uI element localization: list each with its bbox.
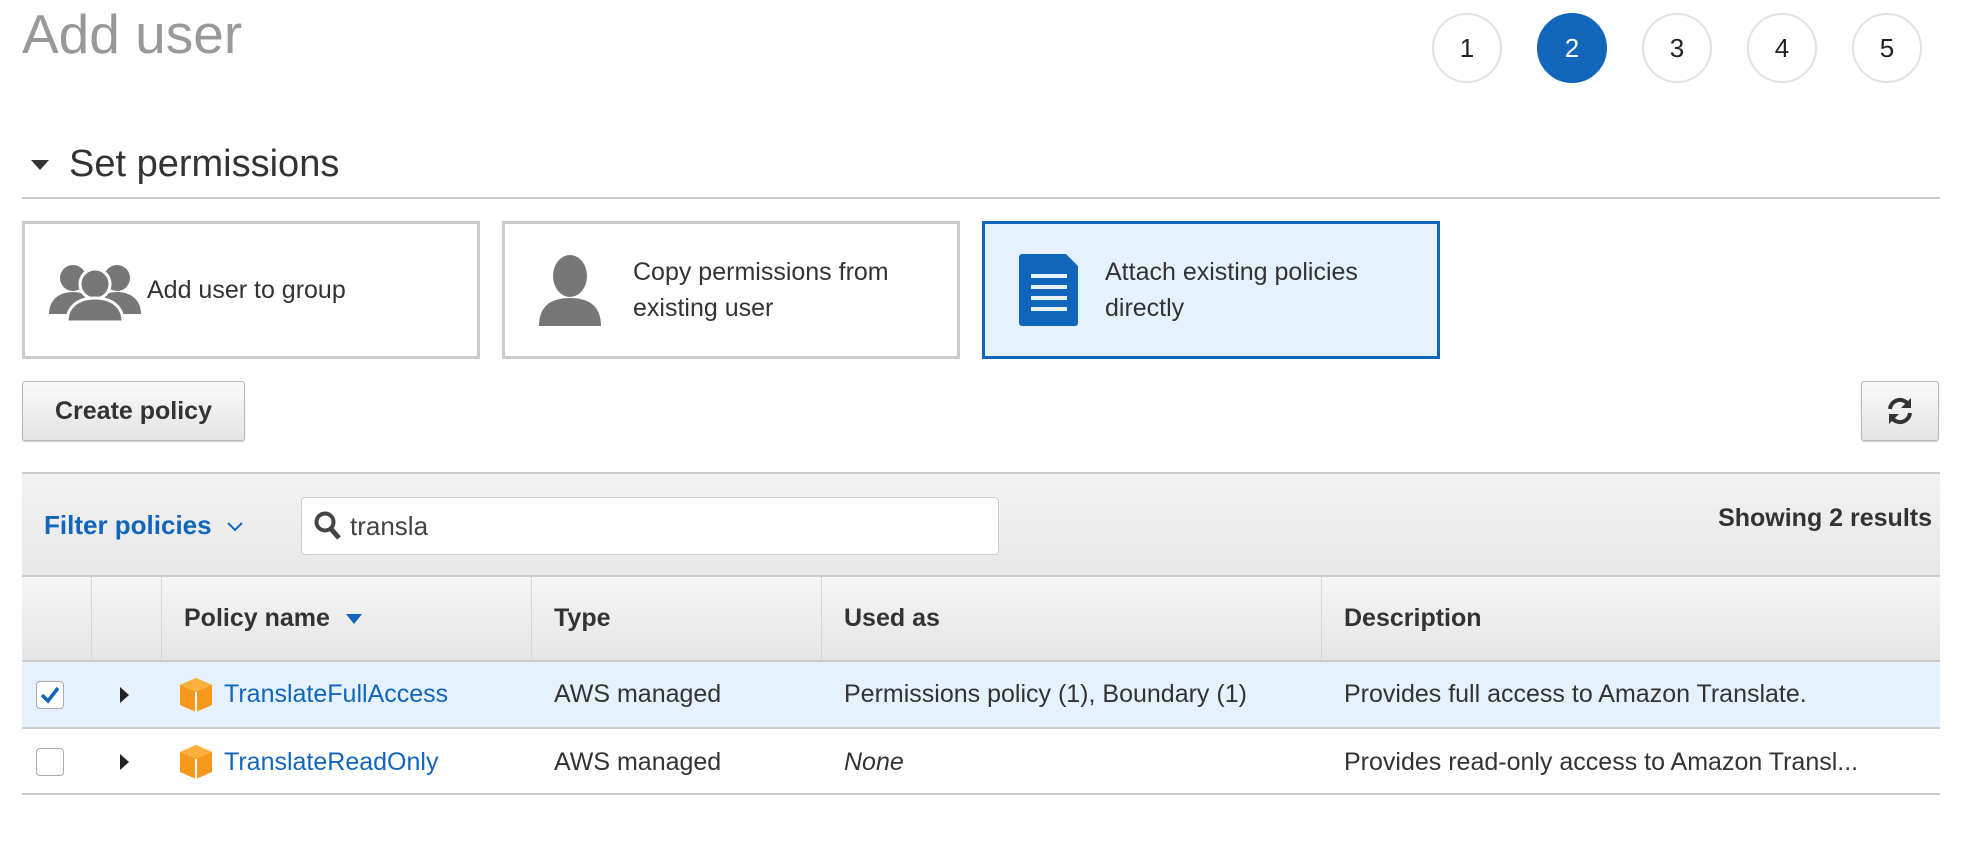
- policy-name-link[interactable]: TranslateReadOnly: [224, 748, 438, 777]
- create-policy-button[interactable]: Create policy: [22, 381, 245, 441]
- step-5[interactable]: 5: [1852, 13, 1922, 83]
- header-expand: [92, 577, 162, 660]
- search-input[interactable]: [350, 510, 950, 542]
- cell-used-as: None: [844, 747, 904, 776]
- cell-type: AWS managed: [554, 747, 722, 776]
- filter-label: Filter policies: [44, 510, 212, 540]
- user-icon: [539, 255, 601, 326]
- row-checkbox[interactable]: [36, 680, 64, 709]
- checkmark-icon: [40, 686, 60, 704]
- header-used-as[interactable]: Used as: [822, 577, 1322, 660]
- refresh-icon: [1888, 397, 1912, 425]
- caret-down-icon: [31, 159, 49, 170]
- search-field[interactable]: [301, 497, 999, 555]
- option-label-line2: existing user: [633, 294, 774, 322]
- option-add-user-to-group[interactable]: Add user to group: [22, 221, 480, 359]
- cell-description: Provides read-only access to Amazon Tran…: [1344, 747, 1859, 776]
- page-title: Add user: [22, 3, 243, 65]
- option-copy-permissions[interactable]: Copy permissions from existing user: [502, 221, 960, 359]
- option-label: Add user to group: [147, 276, 346, 304]
- section-title: Set permissions: [69, 143, 340, 185]
- search-icon: [314, 511, 341, 540]
- table-header: Policy name Type Used as Description: [22, 577, 1940, 662]
- step-4[interactable]: 4: [1747, 13, 1817, 83]
- option-label-line2: directly: [1105, 294, 1185, 322]
- divider: [22, 197, 1940, 199]
- sort-desc-icon: [345, 613, 362, 624]
- cell-description: Provides full access to Amazon Translate…: [1344, 680, 1807, 708]
- expand-row-icon[interactable]: [120, 686, 129, 703]
- step-1[interactable]: 1: [1432, 13, 1502, 83]
- results-count: Showing 2 results: [1718, 504, 1932, 532]
- step-3[interactable]: 3: [1642, 13, 1712, 83]
- policy-cube-icon: [180, 677, 212, 712]
- policy-name-link[interactable]: TranslateFullAccess: [224, 680, 448, 709]
- header-policy-name[interactable]: Policy name: [162, 577, 532, 660]
- table-row[interactable]: TranslateReadOnly AWS managed None Provi…: [22, 729, 1940, 795]
- chevron-down-icon: [226, 521, 243, 531]
- filter-bar: Filter policies Showing 2 results: [22, 474, 1940, 577]
- table-row[interactable]: TranslateFullAccess AWS managed Permissi…: [22, 662, 1940, 729]
- option-label-line1: Copy permissions from: [633, 258, 889, 286]
- option-label-line1: Attach existing policies: [1105, 258, 1358, 286]
- header-type[interactable]: Type: [532, 577, 822, 660]
- step-2[interactable]: 2: [1537, 13, 1607, 83]
- cell-used-as: Permissions policy (1), Boundary (1): [844, 680, 1247, 708]
- cell-type: AWS managed: [554, 680, 722, 708]
- section-header-set-permissions[interactable]: Set permissions: [22, 143, 339, 186]
- filter-policies-dropdown[interactable]: Filter policies: [44, 510, 244, 541]
- expand-row-icon[interactable]: [120, 754, 129, 770]
- header-description[interactable]: Description: [1322, 577, 1940, 660]
- refresh-button[interactable]: [1861, 381, 1939, 441]
- document-icon: [1019, 254, 1078, 326]
- users-group-icon: [49, 265, 141, 322]
- policies-table: Filter policies Showing 2 results Policy…: [22, 472, 1940, 795]
- header-select: [22, 577, 92, 660]
- header-label: Policy name: [184, 604, 330, 632]
- option-attach-policies[interactable]: Attach existing policies directly: [982, 221, 1440, 359]
- policy-cube-icon: [180, 745, 212, 779]
- row-checkbox[interactable]: [36, 748, 64, 776]
